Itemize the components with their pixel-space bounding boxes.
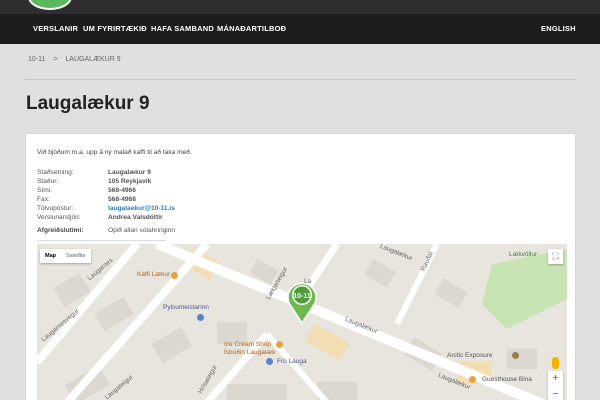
- info-label: Verslunarstjóri:: [37, 214, 81, 221]
- shop-icon[interactable]: [266, 358, 273, 365]
- divider: [25, 79, 576, 80]
- divider: [37, 240, 166, 241]
- map-view[interactable]: Map Satellite ⛶ + − Kaffi Lækur Pylsumei…: [37, 244, 567, 400]
- place-icon[interactable]: [512, 352, 519, 359]
- info-label: Staður:: [37, 178, 59, 185]
- info-value: Laugalækur 9: [108, 169, 151, 176]
- info-value: Andrea Valsdóttir: [108, 214, 163, 221]
- zoom-control: + −: [548, 371, 563, 400]
- map-type-map[interactable]: Map: [40, 249, 61, 263]
- fullscreen-button[interactable]: ⛶: [548, 249, 563, 264]
- map-label-arctic[interactable]: Arctic Exposure: [447, 352, 493, 359]
- info-value: Opið allan sólahringinn: [108, 227, 176, 234]
- info-label: Fax:: [37, 196, 50, 203]
- info-label: Tölvupóstur:: [37, 205, 74, 212]
- info-value: 105 Reykjavík: [108, 178, 152, 185]
- map-label-isbudin[interactable]: Ísbúðin Laugalæk: [224, 349, 275, 356]
- nav-item-verslanir[interactable]: VERSLANIR: [33, 14, 78, 44]
- building: [94, 296, 134, 332]
- info-label: Staðsetning:: [37, 169, 74, 176]
- map-label-guesthouse[interactable]: Guesthouse Bina: [482, 376, 532, 383]
- map-label-icecream[interactable]: Ice Cream Shop: [224, 341, 271, 348]
- logo[interactable]: [28, 0, 72, 10]
- map-type-toggle: Map Satellite: [40, 249, 91, 263]
- breadcrumb-current: LAUGALÆKUR 9: [65, 56, 121, 63]
- icecream-icon[interactable]: [276, 341, 283, 348]
- nav-item-manadartilbod[interactable]: MÁNAÐARTILBOÐ: [217, 14, 286, 44]
- zoom-out-button[interactable]: −: [548, 387, 563, 400]
- email-link[interactable]: laugalaekur@10-11.is: [108, 205, 175, 212]
- language-switch[interactable]: ENGLISH: [541, 14, 576, 44]
- hotel-icon[interactable]: [469, 376, 476, 383]
- nav-item-um-fyrirtaekid[interactable]: UM FYRIRTÆKIÐ: [83, 14, 147, 44]
- breadcrumb: 10-11 > LAUGALÆKUR 9: [28, 56, 127, 63]
- map-type-satellite[interactable]: Satellite: [61, 249, 91, 263]
- main-nav: VERSLANIR UM FYRIRTÆKIÐ HAFA SAMBAND MÁN…: [0, 14, 600, 44]
- building: [304, 323, 350, 361]
- breadcrumb-separator: >: [53, 56, 58, 63]
- building: [227, 384, 287, 400]
- breadcrumb-root[interactable]: 10-11: [28, 56, 45, 63]
- info-value: 568-4968: [108, 196, 136, 203]
- restaurant-icon[interactable]: [171, 272, 178, 279]
- store-card: Við bjóðum m.a. upp á ný malað kaffi til…: [25, 133, 576, 400]
- page-title: Laugalækur 9: [26, 93, 150, 114]
- building: [364, 258, 396, 288]
- info-label: Sími:: [37, 187, 53, 194]
- zoom-in-button[interactable]: +: [548, 371, 563, 387]
- store-intro: Við bjóðum m.a. upp á ný malað kaffi til…: [37, 149, 192, 156]
- info-label: Afgreiðslutími:: [37, 227, 84, 234]
- map-label-fru[interactable]: Frú Lauga: [277, 358, 307, 365]
- building: [151, 326, 193, 364]
- park-label: Lækvöllur: [509, 251, 538, 258]
- map-label-kaffi[interactable]: Kaffi Lækur: [137, 271, 170, 278]
- shop-icon[interactable]: [197, 314, 204, 321]
- street-view-icon[interactable]: [552, 357, 559, 369]
- map-label-pylsu[interactable]: Pylsumeistarinn: [163, 304, 209, 311]
- building: [507, 349, 537, 369]
- top-bar: [0, 0, 600, 14]
- info-value: 568-4966: [108, 187, 136, 194]
- nav-item-hafa-samband[interactable]: HAFA SAMBAND: [151, 14, 214, 44]
- store-map-marker[interactable]: 10-11: [285, 280, 319, 324]
- building: [434, 278, 468, 308]
- marker-logo-text: 10-11: [293, 293, 311, 300]
